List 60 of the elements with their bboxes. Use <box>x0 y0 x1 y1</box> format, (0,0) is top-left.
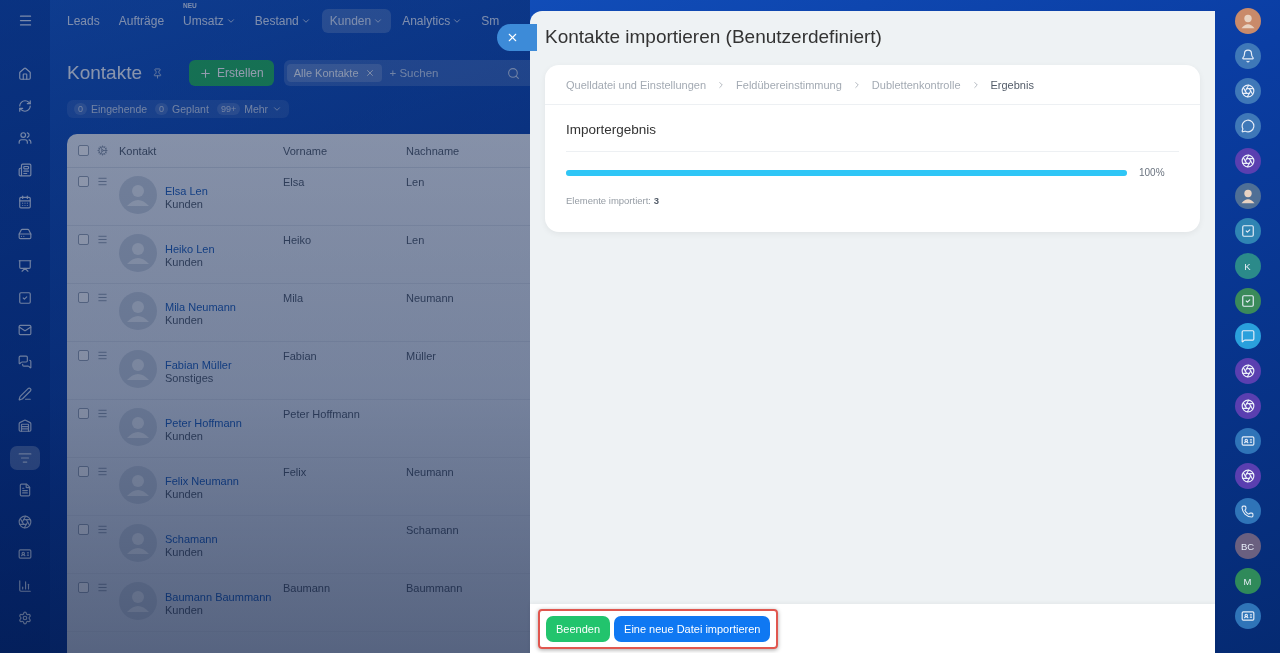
counter-filter[interactable]: 0 Eingehende <box>74 103 148 115</box>
table-cell-text: Müller <box>406 350 437 362</box>
contact-link[interactable]: Elsa Len <box>165 185 208 198</box>
table-cell-text: Neumann <box>406 292 455 304</box>
counter-label: Eingehende <box>91 103 148 115</box>
contact-type: Kunden <box>165 546 204 559</box>
finish-button[interactable]: Beenden <box>546 616 611 642</box>
contact-type: Kunden <box>165 198 204 211</box>
nav-tab[interactable]: Analytics <box>394 9 471 33</box>
contact-type: Kunden <box>165 314 204 327</box>
contact-type: Kunden <box>165 488 204 501</box>
import-summary: Elemente importiert: 3 <box>566 195 660 206</box>
table-cell-text: Baummann <box>406 582 464 594</box>
contact-link[interactable]: Heiko Len <box>165 243 215 256</box>
contact-type: Kunden <box>165 604 204 617</box>
table-cell-text: Len <box>406 176 426 188</box>
column-header[interactable]: Vorname <box>283 144 406 157</box>
table-cell-text: Elsa <box>283 176 306 188</box>
progress-reading: 100% <box>1139 167 1166 178</box>
wizard-step: Ergebnis <box>990 78 1034 91</box>
section-title: Importergebnis <box>566 122 1179 152</box>
nav-tab[interactable]: Sm <box>473 9 508 33</box>
contact-link[interactable]: Peter Hoffmann <box>165 417 242 430</box>
table-cell-text: Len <box>406 234 426 246</box>
user-initials[interactable]: BC <box>1234 533 1261 559</box>
contact-type: Sonstiges <box>165 372 215 385</box>
table-cell-text: Heiko <box>283 234 313 246</box>
wizard-step: Quelldatei und Einstellungen <box>566 78 707 91</box>
contact-type: Kunden <box>165 256 204 269</box>
counter-label: Mehr <box>244 103 269 115</box>
nav-tab[interactable]: Leads <box>59 9 108 33</box>
contact-link[interactable]: Mila Neumann <box>165 301 236 314</box>
user-initials[interactable]: M <box>1234 568 1261 594</box>
contact-link[interactable]: Baumann Baummann <box>165 591 272 604</box>
table-cell-text: Peter Hoffmann <box>283 408 361 420</box>
nav-tab[interactable]: Aufträge <box>110 9 173 33</box>
column-header[interactable]: Kontakt <box>119 144 283 157</box>
contact-type: Kunden <box>165 430 204 443</box>
wizard-step: Feldübereinstimmung <box>736 78 842 91</box>
create-button[interactable]: Erstellen <box>189 60 274 86</box>
table-cell-text: Schamann <box>406 524 460 536</box>
contact-link[interactable]: Schamann <box>165 533 218 546</box>
counter-label: Geplant <box>172 103 209 115</box>
table-cell-text: Neumann <box>406 466 455 478</box>
counter-filter[interactable]: 99+ Mehr <box>216 103 283 115</box>
table-cell-text: Baumann <box>283 582 332 594</box>
nav-tab[interactable]: Umsatz <box>175 9 244 33</box>
panel-title: Kontakte importieren (Benutzerdefiniert) <box>545 26 883 48</box>
import-button[interactable]: Eine neue Datei importieren <box>614 616 771 642</box>
contact-link[interactable]: Fabian Müller <box>165 359 232 372</box>
table-cell-text: Mila <box>283 292 305 304</box>
nav-tab[interactable]: Bestand <box>246 9 319 33</box>
table-cell-text: Fabian <box>283 350 318 362</box>
column-header[interactable]: Nachname <box>406 144 530 157</box>
user-initials[interactable]: K <box>1234 253 1261 279</box>
contact-link[interactable]: Felix Neumann <box>165 475 239 488</box>
table-cell-text: Felix <box>283 466 308 478</box>
page-title: Kontakte <box>67 62 142 84</box>
counter-filter[interactable]: 0 Geplant <box>155 103 209 115</box>
wizard-step: Dublettenkontrolle <box>871 78 961 91</box>
